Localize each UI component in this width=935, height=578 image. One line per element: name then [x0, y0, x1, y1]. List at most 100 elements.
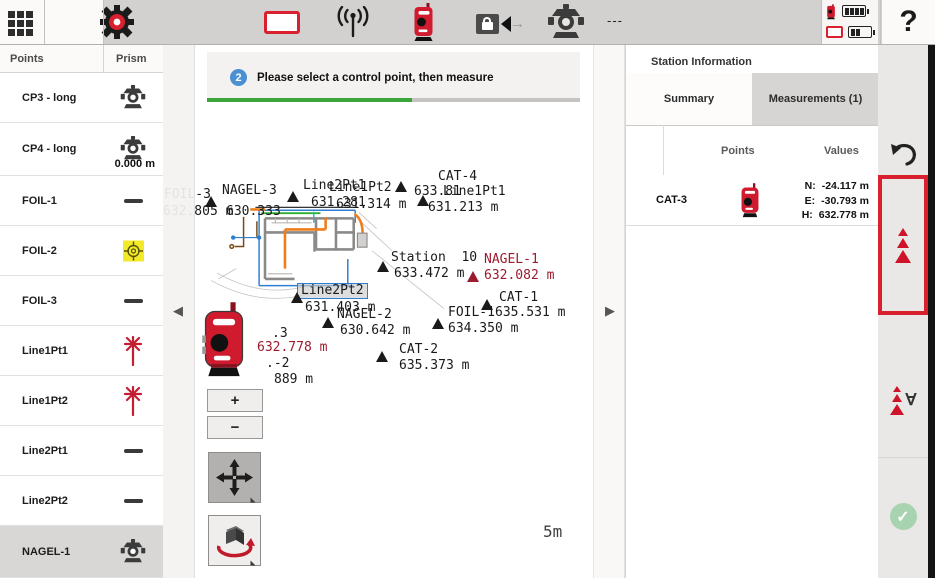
point-name: Line2Pt2	[22, 495, 68, 507]
prism-height-label: 0.000 m	[115, 158, 155, 170]
total-station-icon[interactable]	[410, 3, 437, 48]
battery-status-panel[interactable]	[822, 0, 878, 44]
map-point-label[interactable]: .3	[272, 327, 288, 341]
map-point-marker[interactable]	[417, 195, 429, 206]
map-point-label[interactable]: NAGEL-2	[337, 308, 392, 322]
rotate-3d-button[interactable]	[208, 515, 261, 566]
dash-icon	[117, 199, 149, 203]
sidebar-point-row[interactable]: Line2Pt1	[0, 426, 163, 476]
map-point-label[interactable]: 635.373 m	[399, 359, 469, 373]
sidebar-point-row[interactable]: Line2Pt2	[0, 476, 163, 526]
map-point-label[interactable]: 630.642 m	[340, 324, 410, 338]
map-point-label[interactable]: 631.213 m	[428, 201, 498, 215]
confirm-button[interactable]: ✓	[878, 503, 928, 530]
station-instrument-icon[interactable]	[200, 302, 248, 385]
map-point-marker[interactable]	[432, 318, 444, 329]
pan-tool-button[interactable]	[208, 452, 261, 503]
measure-all-glyph: ∀	[906, 390, 917, 410]
sidebar-point-row[interactable]: Line1Pt1	[0, 326, 163, 376]
map-point-marker[interactable]	[322, 317, 334, 328]
zoom-in-icon: +	[231, 392, 240, 409]
sidebar-point-row[interactable]: Line1Pt2	[0, 376, 163, 426]
map-point-marker[interactable]	[291, 292, 303, 303]
settings-button[interactable]	[45, 0, 103, 44]
expand-corner-icon	[251, 556, 256, 566]
map-point-label[interactable]: Station 10	[391, 251, 477, 265]
flag-icon	[117, 386, 149, 416]
zoom-out-button[interactable]: −	[207, 416, 263, 439]
prism-target-icon[interactable]	[544, 4, 588, 47]
map-point-marker[interactable]	[395, 181, 407, 192]
map-point-label[interactable]: Line2Pt2	[297, 283, 368, 299]
gear-icon	[99, 4, 135, 40]
points-column-header: Points	[10, 53, 44, 65]
dash-icon	[117, 449, 149, 453]
sidebar-point-row[interactable]: NAGEL-1	[0, 526, 163, 578]
map-point-marker[interactable]	[481, 299, 493, 310]
point-name: Line1Pt1	[22, 345, 68, 357]
dash-icon	[117, 499, 149, 503]
instrument-battery-icon	[842, 5, 866, 17]
map-point-label[interactable]: NAGEL-3	[222, 184, 277, 198]
action-toolbar: ∀ ✓	[878, 45, 928, 578]
zoom-in-button[interactable]: +	[207, 389, 263, 412]
undo-button[interactable]	[878, 130, 928, 180]
undo-icon	[887, 140, 919, 170]
map-point-label[interactable]: 632.778 m	[257, 341, 327, 355]
map-point-marker[interactable]	[287, 191, 299, 202]
point-name: Line1Pt2	[22, 395, 68, 407]
right-collapse-gutter: ▶	[593, 45, 625, 578]
map-point-marker[interactable]	[376, 351, 388, 362]
controller-battery-icon	[848, 26, 872, 38]
map-point-label[interactable]: 889 m	[274, 373, 313, 387]
measure-highlight-frame	[878, 175, 928, 315]
map-point-marker[interactable]	[205, 196, 217, 207]
wifi-icon[interactable]	[333, 6, 373, 43]
values-header: Values	[824, 145, 859, 157]
help-button[interactable]: ?	[882, 0, 935, 44]
menu-button[interactable]	[0, 0, 44, 44]
map-point-label[interactable]: 633.472 m	[394, 267, 464, 281]
map-point-label[interactable]: 631.314 m	[336, 198, 406, 212]
map-point-label[interactable]: NAGEL-1	[484, 253, 539, 267]
map-point-label[interactable]: CAT-1	[499, 291, 538, 305]
map-point-label[interactable]: Line1Pt1	[443, 185, 506, 199]
camera-lock-icon[interactable]: →	[476, 14, 520, 35]
instruction-text: Please select a control point, then meas…	[257, 72, 493, 84]
sidebar-point-row[interactable]: FOIL-1	[0, 176, 163, 226]
panel-title: Station Information	[651, 56, 752, 68]
sidebar-header: Points Prism	[0, 45, 163, 73]
point-name: FOIL-3	[22, 295, 57, 307]
map-point-label[interactable]: 632.082 m	[484, 269, 554, 283]
map-point-marker[interactable]	[467, 271, 479, 282]
map-point-label[interactable]: 634.350 m	[448, 322, 518, 336]
screen-mode-icon[interactable]	[264, 11, 300, 34]
map-point-label[interactable]: .-2	[266, 357, 289, 371]
measure-all-button[interactable]: ∀	[878, 370, 928, 430]
map-point-label[interactable]: CAT-2	[399, 343, 438, 357]
map-point-marker[interactable]	[377, 261, 389, 272]
map-point-label[interactable]: 635.531 m	[495, 306, 565, 320]
step-badge: 2	[230, 69, 247, 86]
sidebar-point-row[interactable]: CP4 - long0.000 m	[0, 123, 163, 176]
expand-right-panel-arrow[interactable]: ▶	[605, 303, 615, 319]
expand-corner-icon	[251, 493, 256, 503]
tab-summary[interactable]: Summary	[626, 73, 752, 125]
collapse-left-panel-arrow[interactable]: ◀	[173, 303, 183, 319]
sidebar-point-row[interactable]: CP3 - long	[0, 73, 163, 123]
sidebar-point-row[interactable]: FOIL-2	[0, 226, 163, 276]
zoom-out-icon: −	[231, 419, 240, 436]
map-view[interactable]: FOIL-3632.805 mNAGEL-3630.333Line2Pt1Lin…	[163, 45, 625, 578]
map-point-label[interactable]: CAT-4	[438, 170, 477, 184]
prism-icon	[117, 84, 149, 112]
progress-bar	[207, 98, 580, 102]
confirm-check-icon: ✓	[890, 503, 917, 530]
tab-measurements[interactable]: Measurements (1)	[752, 73, 879, 125]
sidebar-point-row[interactable]: FOIL-3	[0, 276, 163, 326]
map-point-label[interactable]: 630.333	[226, 205, 281, 219]
map-point-label[interactable]: Line1Pt2	[329, 181, 392, 195]
instruction-banner: 2 Please select a control point, then me…	[207, 52, 580, 102]
point-name: FOIL-1	[22, 195, 57, 207]
point-name: NAGEL-1	[22, 546, 70, 558]
measurement-row[interactable]: CAT-3 N:-24.117 m E:-30.793 m H:632.778 …	[626, 175, 879, 226]
